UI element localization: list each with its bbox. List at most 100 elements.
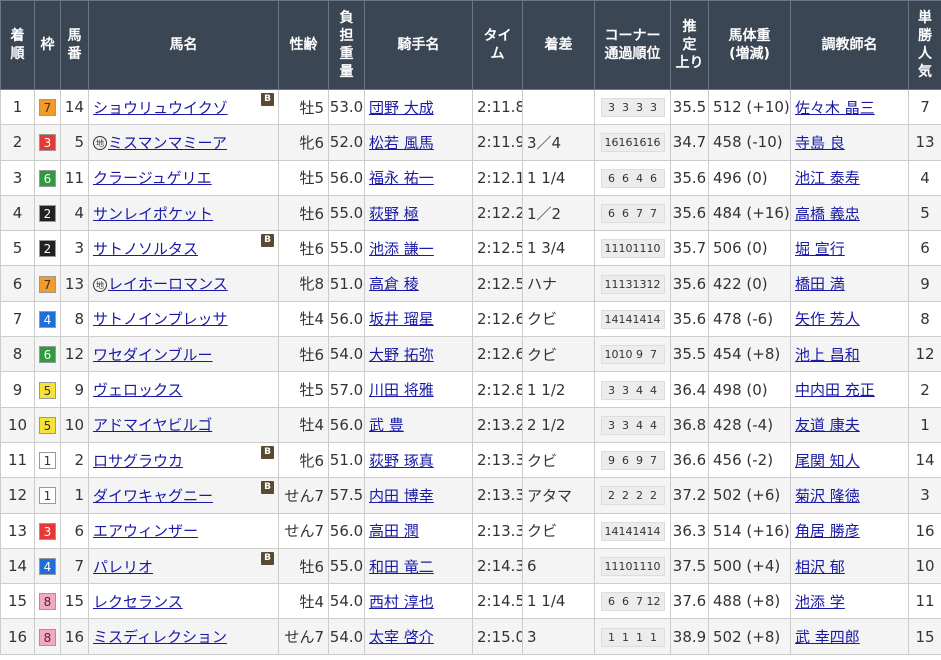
horse-name-link[interactable]: ヴェロックス xyxy=(93,381,183,399)
rank-cell: 3 xyxy=(0,159,35,196)
trainer-link[interactable]: 堀 宣行 xyxy=(795,240,845,258)
header-margin[interactable]: 着差 xyxy=(522,0,595,90)
time-cell: 2:12.6 xyxy=(472,336,523,373)
horse-name-link[interactable]: クラージュゲリエ xyxy=(93,169,212,187)
margin-cell: 1 1/4 xyxy=(522,159,595,196)
jockey-link[interactable]: 高倉 稜 xyxy=(369,275,419,293)
header-rank[interactable]: 着順 xyxy=(0,0,35,90)
weight-cell: 56.0 xyxy=(328,300,365,338)
trainer-link[interactable]: 橋田 満 xyxy=(795,275,845,293)
umaban-cell: 2 xyxy=(60,441,89,479)
trainer-link[interactable]: 尾関 知人 xyxy=(795,452,860,470)
popularity-cell: 8 xyxy=(908,300,941,338)
jockey-link[interactable]: 大野 拓弥 xyxy=(369,346,434,364)
header-sexage[interactable]: 性齢 xyxy=(278,0,329,90)
header-label-line: 推 xyxy=(682,19,697,35)
corner-cell: 14141414 xyxy=(594,300,671,338)
horse-name-link[interactable]: エアウィンザー xyxy=(93,522,198,540)
table-row: 5 2 3 サトノソルタス B 牡6 55.0 池添 謙一 2:12.5 1 3/4 1110111… xyxy=(0,230,941,267)
header-time[interactable]: タイム xyxy=(472,0,523,90)
horse-name-link[interactable]: ミスマンマミーア xyxy=(108,134,227,152)
horse-name-link[interactable]: ショウリュウイクゾ xyxy=(93,99,228,117)
corner-position: 1 xyxy=(622,630,629,644)
jockey-link[interactable]: 福永 祐一 xyxy=(369,169,434,187)
waku-badge: 5 xyxy=(39,416,56,434)
table-row: 10 5 10 アドマイヤビルゴ 牡4 56.0 武 豊 2:13.2 2 1/2 3 3 4 4 36.… xyxy=(0,406,941,443)
agari-cell: 37.2 xyxy=(670,477,709,514)
waku-badge: 6 xyxy=(39,346,56,364)
trainer-link[interactable]: 友道 康夫 xyxy=(795,416,860,434)
body-weight-cell: 502 (+8) xyxy=(708,618,791,655)
header-corner[interactable]: コーナー 通過順位 xyxy=(594,0,671,90)
horse-name-link[interactable]: レイホーロマンス xyxy=(108,275,228,293)
horse-name-link[interactable]: サンレイポケット xyxy=(93,205,213,223)
trainer-link[interactable]: 池江 泰寿 xyxy=(795,169,860,187)
header-weight[interactable]: 負担重量 xyxy=(328,0,365,90)
header-umaban[interactable]: 馬番 xyxy=(60,0,89,90)
waku-badge: 7 xyxy=(39,275,56,293)
jockey-cell: 川田 将雅 xyxy=(364,371,473,408)
header-agari[interactable]: 推定上り xyxy=(670,0,709,90)
umaban-cell: 4 xyxy=(60,194,89,232)
trainer-cell: 矢作 芳人 xyxy=(790,300,909,338)
corner-position: 14 xyxy=(646,524,661,538)
header-body-weight[interactable]: 馬体重 (増減) xyxy=(708,0,791,90)
horse-name-link[interactable]: ミスディレクション xyxy=(93,628,227,646)
corner-position: 10 xyxy=(618,348,633,362)
popularity-cell: 2 xyxy=(908,371,941,408)
corner-position: 14 xyxy=(604,312,619,326)
trainer-link[interactable]: 中内田 充正 xyxy=(795,381,875,399)
header-trainer[interactable]: 調教師名 xyxy=(790,0,909,90)
header-label-line: (増減) xyxy=(729,46,770,62)
trainer-link[interactable]: 寺島 良 xyxy=(795,134,845,152)
jockey-link[interactable]: 団野 大成 xyxy=(369,99,434,117)
trainer-link[interactable]: 武 幸四郎 xyxy=(795,628,860,646)
corner-position: 7 xyxy=(650,454,657,468)
corner-position: 2 xyxy=(650,489,657,503)
jockey-link[interactable]: 池添 謙一 xyxy=(369,240,434,258)
corner-cell: 6 6 7 12 xyxy=(594,583,671,620)
jockey-link[interactable]: 荻野 極 xyxy=(369,205,419,223)
jockey-link[interactable]: 松若 風馬 xyxy=(369,134,434,152)
trainer-link[interactable]: 高橋 義忠 xyxy=(795,205,860,223)
corner-position: 16 xyxy=(646,136,661,150)
horse-name-link[interactable]: パレリオ xyxy=(93,558,153,576)
horse-name-link[interactable]: サトノソルタス xyxy=(93,240,198,258)
horse-name-link[interactable]: ワセダインブルー xyxy=(93,346,213,364)
rank-cell: 9 xyxy=(0,371,35,408)
header-popularity[interactable]: 単勝人気 xyxy=(908,0,941,90)
trainer-link[interactable]: 角居 勝彦 xyxy=(795,522,860,540)
header-label-line: 勝 xyxy=(918,28,932,44)
jockey-link[interactable]: 川田 将雅 xyxy=(369,381,434,399)
horse-cell: エアウィンザー xyxy=(88,512,279,549)
jockey-link[interactable]: 坂井 瑠星 xyxy=(369,310,434,328)
margin-cell: 1 1/2 xyxy=(522,371,595,408)
corner-position: 4 xyxy=(636,171,643,185)
horse-name-link[interactable]: ロサグラウカ xyxy=(93,452,183,470)
jockey-link[interactable]: 内田 博幸 xyxy=(369,487,434,505)
jockey-link[interactable]: 武 豊 xyxy=(369,416,404,434)
header-horse[interactable]: 馬名 xyxy=(88,0,279,90)
header-waku[interactable]: 枠 xyxy=(34,0,61,90)
horse-name-link[interactable]: ダイワキャグニー xyxy=(93,487,213,505)
jockey-link[interactable]: 和田 竜二 xyxy=(369,558,434,576)
trainer-link[interactable]: 矢作 芳人 xyxy=(795,310,860,328)
horse-name-link[interactable]: レクセランス xyxy=(93,593,183,611)
margin-cell: クビ xyxy=(522,512,595,549)
trainer-link[interactable]: 池上 昌和 xyxy=(795,346,860,364)
header-jockey[interactable]: 騎手名 xyxy=(364,0,473,90)
trainer-link[interactable]: 佐々木 晶三 xyxy=(795,99,875,117)
umaban-cell: 13 xyxy=(60,265,89,302)
jockey-link[interactable]: 太宰 啓介 xyxy=(369,628,434,646)
jockey-link[interactable]: 西村 淳也 xyxy=(369,593,434,611)
table-header-row: 着順 枠 馬番 馬名 性齢 負担重量 騎手名 タイム 着差 コーナー 通過順位 推… xyxy=(0,0,941,90)
trainer-link[interactable]: 相沢 郁 xyxy=(795,558,845,576)
jockey-link[interactable]: 高田 潤 xyxy=(369,522,419,540)
jockey-link[interactable]: 荻野 琢真 xyxy=(369,452,434,470)
trainer-link[interactable]: 池添 学 xyxy=(795,593,845,611)
corner-cell: 16161616 xyxy=(594,124,671,161)
table-row: 8 6 12 ワセダインブルー 牡6 54.0 大野 拓弥 2:12.6 クビ 1010 9 7 35.… xyxy=(0,336,941,373)
horse-name-link[interactable]: サトノインプレッサ xyxy=(93,310,228,328)
horse-name-link[interactable]: アドマイヤビルゴ xyxy=(93,416,212,434)
trainer-link[interactable]: 菊沢 隆徳 xyxy=(795,487,860,505)
